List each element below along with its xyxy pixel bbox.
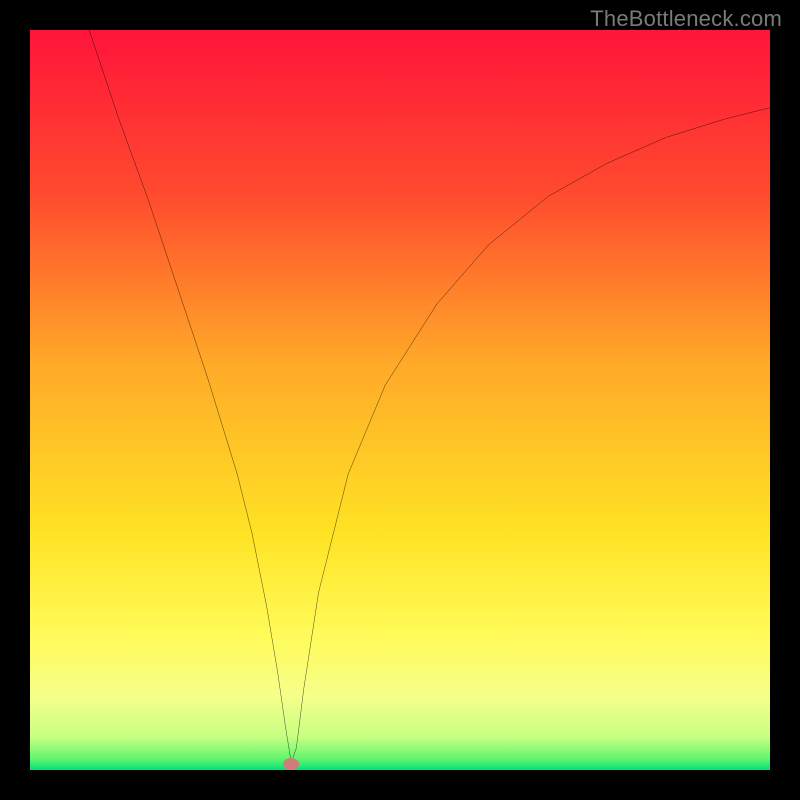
watermark-text: TheBottleneck.com xyxy=(590,6,782,32)
minimum-point-marker xyxy=(283,758,299,770)
chart-frame: TheBottleneck.com xyxy=(0,0,800,800)
plot-area xyxy=(30,30,770,770)
bottleneck-curve xyxy=(30,30,770,770)
